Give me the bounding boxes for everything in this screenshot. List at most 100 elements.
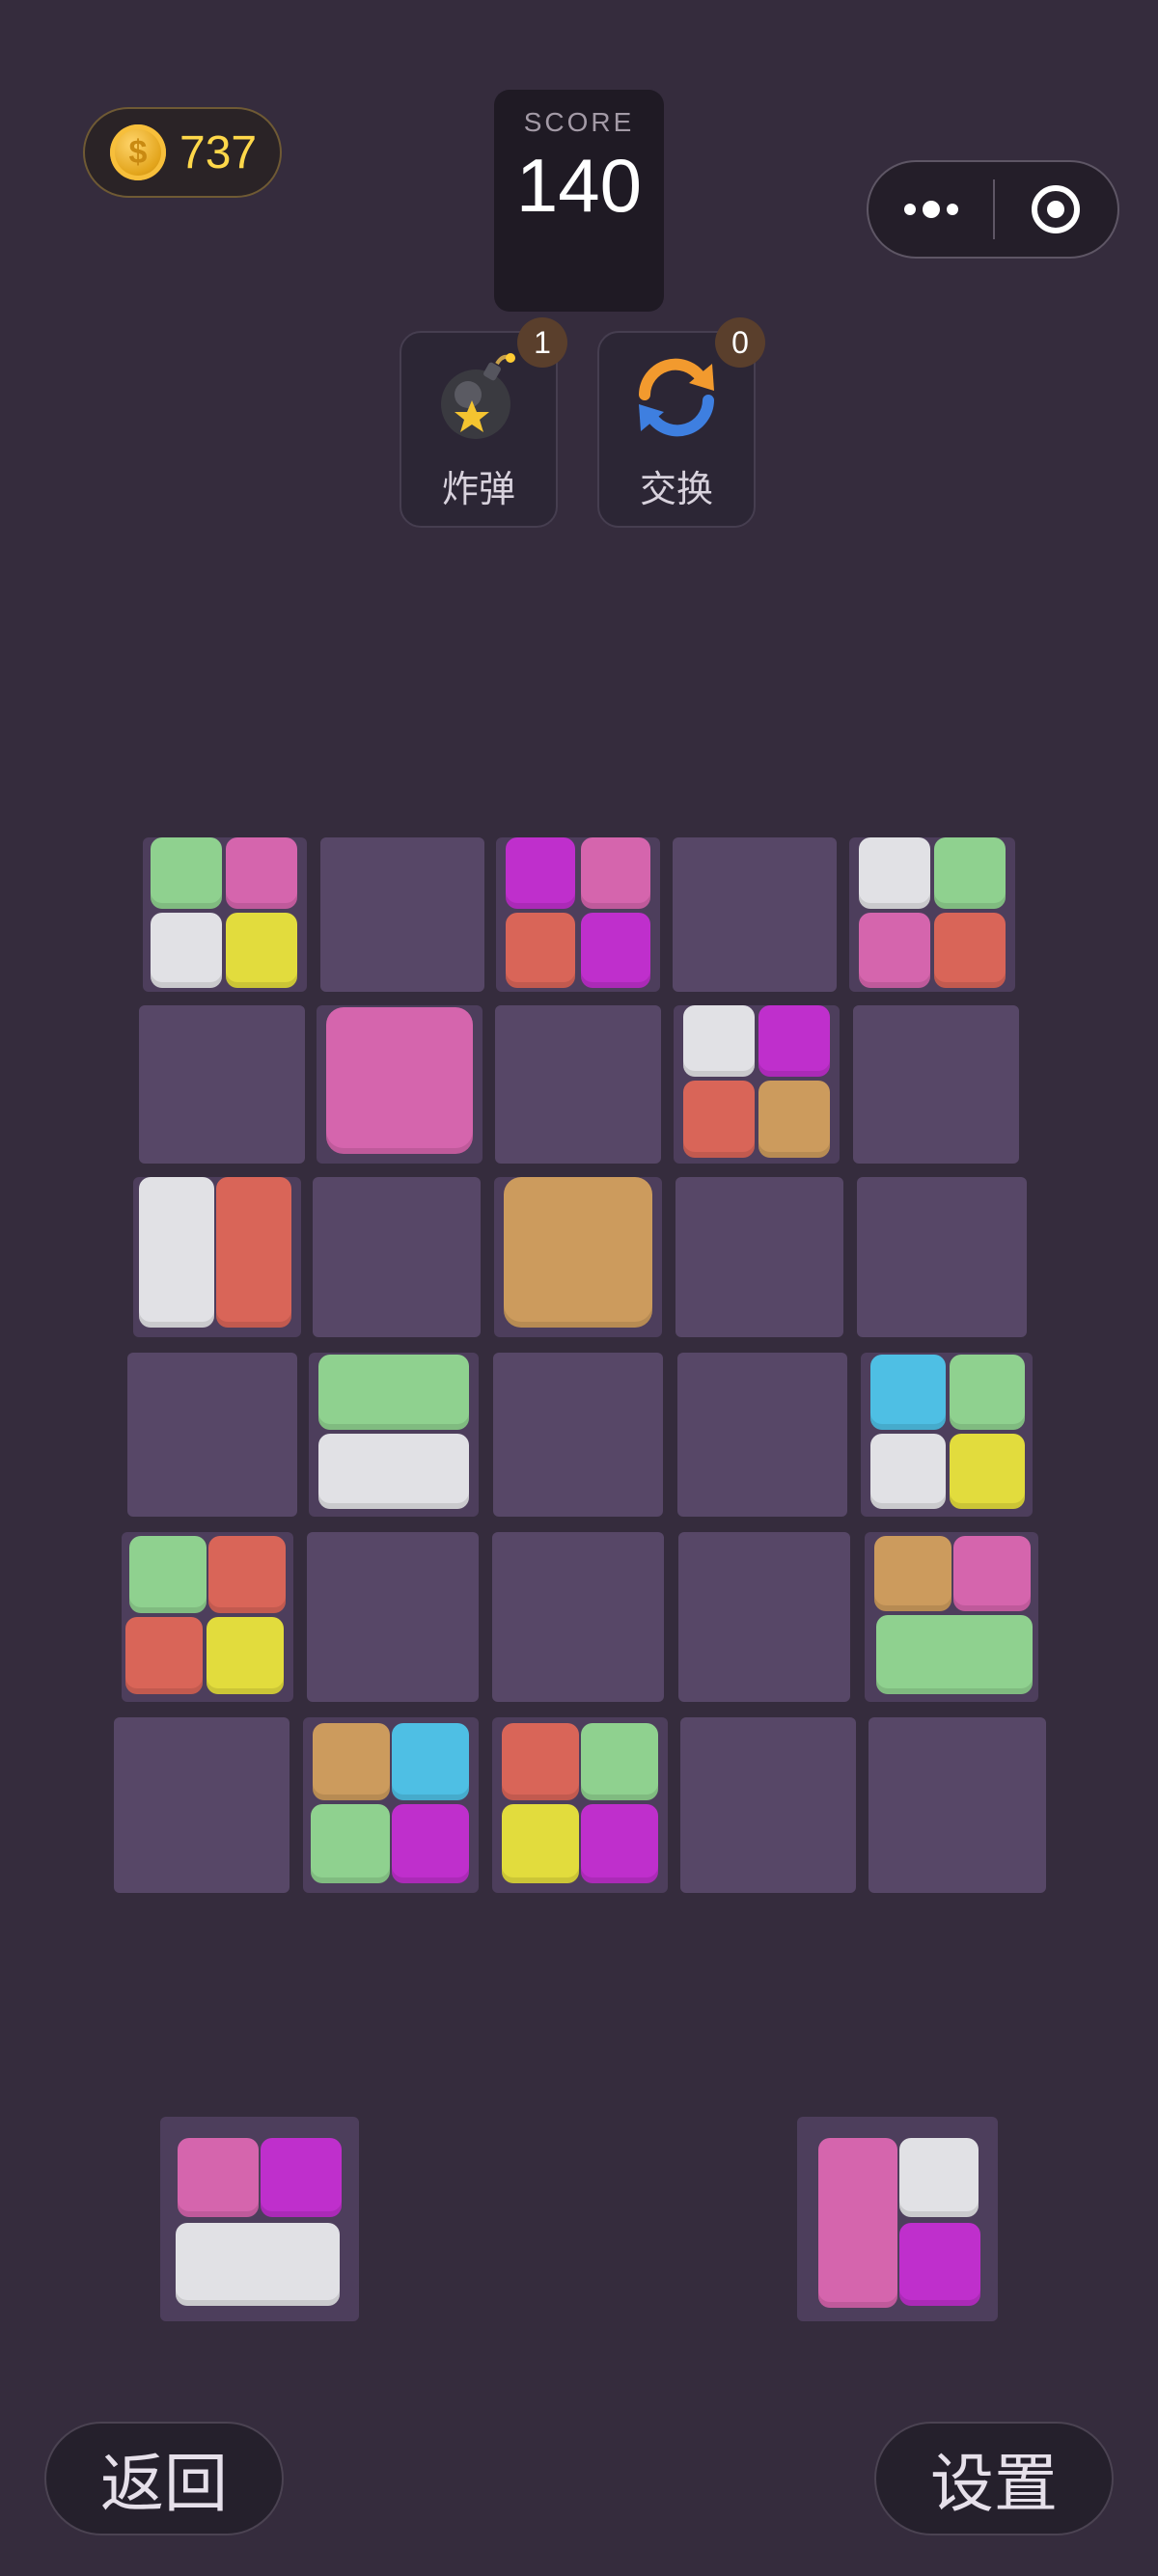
pink-block [859, 913, 930, 988]
pink-block [818, 2138, 897, 2308]
swap-arrows-icon [639, 358, 714, 437]
board-cell-r1c4[interactable] [673, 837, 837, 992]
white-block [870, 1434, 946, 1509]
board-cell-r3c3[interactable] [494, 1177, 662, 1337]
green-block [950, 1355, 1025, 1430]
swap-label: 交换 [639, 470, 713, 510]
magenta-block [758, 1005, 830, 1077]
target-circle-icon [1032, 185, 1081, 233]
bomb-powerup-button[interactable]: 炸弹 1 [400, 317, 567, 528]
board-cell-r4c1[interactable] [127, 1353, 297, 1517]
settings-button[interactable]: 设置 [874, 2422, 1114, 2535]
green-block [581, 1723, 658, 1800]
yellow-block [226, 913, 297, 988]
white-block [151, 913, 222, 988]
white-block [683, 1005, 755, 1077]
red-block [506, 913, 575, 988]
board-cell-r4c5[interactable] [861, 1353, 1033, 1517]
white-block [176, 2223, 340, 2306]
board-cell-r2c3[interactable] [495, 1005, 661, 1164]
green-block [151, 837, 222, 909]
pink-block [226, 837, 297, 909]
board-cell-r1c1[interactable] [143, 837, 307, 992]
red-block [502, 1723, 579, 1800]
green-block [934, 837, 1006, 909]
red-block [208, 1536, 286, 1613]
board-cell-r2c4[interactable] [674, 1005, 840, 1164]
board-cell-r3c2[interactable] [313, 1177, 481, 1337]
board-cell-r6c4[interactable] [680, 1717, 856, 1893]
board-cell-r5c5[interactable] [865, 1532, 1038, 1702]
red-block [683, 1081, 755, 1158]
tan-block [313, 1723, 390, 1800]
tan-block [874, 1536, 951, 1611]
pink-block [178, 2138, 259, 2217]
bomb-count-badge: 1 [517, 317, 567, 368]
pink-block [581, 837, 650, 909]
magenta-block [261, 2138, 342, 2217]
board-cell-r4c2[interactable] [309, 1353, 479, 1517]
tray-piece-1[interactable] [160, 2117, 359, 2321]
cyan-block [870, 1355, 946, 1430]
board-cell-r2c5[interactable] [853, 1005, 1019, 1164]
score-panel: SCORE 140 [494, 90, 664, 312]
magenta-block [581, 1804, 658, 1883]
tan-block [758, 1081, 830, 1158]
magenta-block [506, 837, 575, 909]
board-cell-r5c3[interactable] [492, 1532, 664, 1702]
board-cell-r6c1[interactable] [114, 1717, 290, 1893]
coin-value: 737 [179, 126, 258, 178]
more-dots-icon [903, 201, 958, 218]
yellow-block [207, 1617, 284, 1694]
white-block [899, 2138, 979, 2217]
yellow-block [502, 1804, 579, 1883]
board-cell-r5c4[interactable] [678, 1532, 850, 1702]
white-block [859, 837, 930, 909]
bomb-label: 炸弹 [441, 470, 515, 510]
board-cell-r1c3[interactable] [496, 837, 660, 992]
board-cell-r3c5[interactable] [857, 1177, 1027, 1337]
tan-block [504, 1177, 652, 1328]
score-label: SCORE [523, 107, 635, 137]
board-cell-r4c3[interactable] [493, 1353, 663, 1517]
board-cell-r1c2[interactable] [320, 837, 484, 992]
cyan-block [392, 1723, 469, 1800]
close-miniprogram-button[interactable] [995, 162, 1117, 257]
bomb-icon [441, 353, 515, 439]
magenta-block [581, 913, 650, 988]
yellow-block [950, 1434, 1025, 1509]
more-button[interactable] [868, 162, 993, 257]
tray-piece-2[interactable] [797, 2117, 998, 2321]
board-cell-r6c3[interactable] [492, 1717, 668, 1893]
swap-powerup-button[interactable]: 交换 0 [597, 317, 765, 528]
score-value: 140 [515, 143, 643, 228]
green-block [876, 1615, 1033, 1694]
miniprogram-capsule [867, 160, 1119, 259]
white-block [139, 1177, 214, 1328]
magenta-block [899, 2223, 980, 2306]
board-cell-r4c4[interactable] [677, 1353, 847, 1517]
board-cell-r6c2[interactable] [303, 1717, 479, 1893]
board-cell-r1c5[interactable] [849, 837, 1015, 992]
board-cell-r5c1[interactable] [122, 1532, 293, 1702]
red-block [934, 913, 1006, 988]
pink-block [326, 1007, 473, 1154]
coin-counter: $ 737 [83, 107, 282, 198]
green-block [129, 1536, 207, 1613]
board-cell-r3c4[interactable] [676, 1177, 843, 1337]
swap-count-badge: 0 [715, 317, 765, 368]
back-button[interactable]: 返回 [44, 2422, 284, 2535]
board-cell-r6c5[interactable] [868, 1717, 1046, 1893]
red-block [216, 1177, 291, 1328]
magenta-block [392, 1804, 469, 1883]
green-block [311, 1804, 390, 1883]
green-block [318, 1355, 469, 1430]
board-cell-r5c2[interactable] [307, 1532, 479, 1702]
coin-icon: $ [110, 124, 166, 180]
board-cell-r2c1[interactable] [139, 1005, 305, 1164]
white-block [318, 1434, 469, 1509]
board-cell-r2c2[interactable] [317, 1005, 482, 1164]
pink-block [953, 1536, 1031, 1611]
red-block [125, 1617, 203, 1694]
board-cell-r3c1[interactable] [133, 1177, 301, 1337]
